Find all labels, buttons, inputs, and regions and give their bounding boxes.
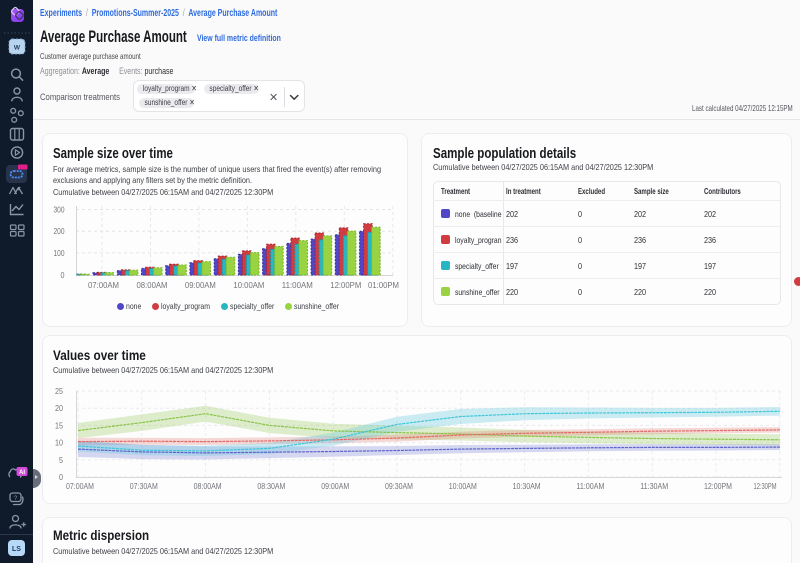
svg-text:15: 15 bbox=[55, 421, 63, 430]
svg-text:08:30AM: 08:30AM bbox=[257, 482, 285, 491]
svg-text:LS: LS bbox=[12, 546, 21, 553]
svg-text:11:00AM: 11:00AM bbox=[576, 482, 604, 491]
svg-text:5: 5 bbox=[59, 456, 63, 465]
svg-text:0: 0 bbox=[59, 473, 63, 482]
svg-text:09:00AM: 09:00AM bbox=[321, 482, 349, 491]
svg-text:10:00AM: 10:00AM bbox=[449, 482, 477, 491]
svg-text:09:30AM: 09:30AM bbox=[385, 482, 413, 491]
svg-text:08:00AM: 08:00AM bbox=[194, 482, 222, 491]
svg-text:07:00AM: 07:00AM bbox=[66, 482, 94, 491]
svg-text:07:30AM: 07:30AM bbox=[130, 482, 158, 491]
svg-text:10: 10 bbox=[55, 439, 63, 448]
svg-text:11:30AM: 11:30AM bbox=[640, 482, 668, 491]
svg-text:12:30PM: 12:30PM bbox=[754, 482, 777, 491]
svg-text:10:30AM: 10:30AM bbox=[513, 482, 541, 491]
svg-text:25: 25 bbox=[55, 387, 63, 396]
svg-text:12:00PM: 12:00PM bbox=[704, 482, 732, 491]
svg-text:20: 20 bbox=[55, 404, 63, 413]
